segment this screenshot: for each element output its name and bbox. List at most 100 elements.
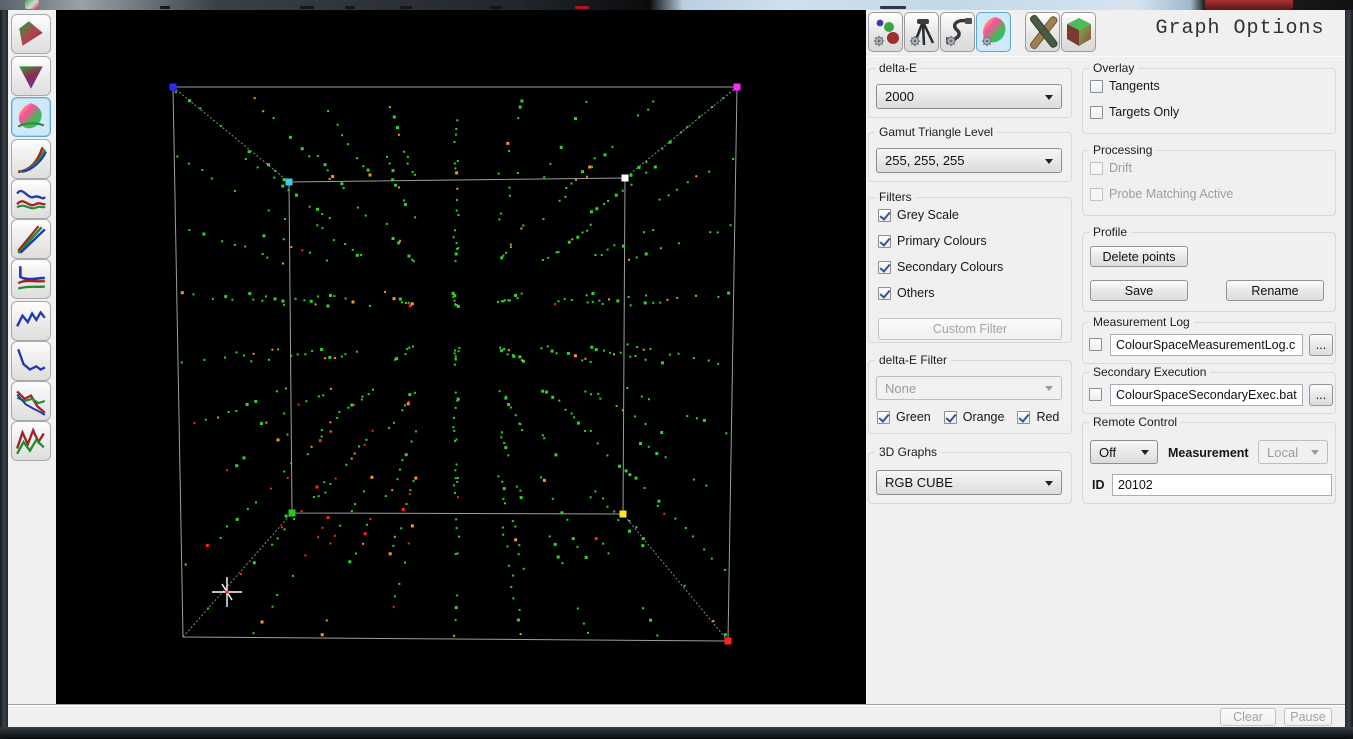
checkbox-box bbox=[1089, 388, 1102, 401]
rename-button[interactable]: Rename bbox=[1226, 280, 1324, 301]
primary-colours-checkbox[interactable]: Primary Colours bbox=[878, 234, 1003, 248]
gamut-view-tool[interactable] bbox=[976, 12, 1011, 52]
group-label: delta-E Filter bbox=[875, 353, 951, 367]
orange-checkbox[interactable]: Orange bbox=[944, 410, 1005, 424]
checkbox-box bbox=[1090, 162, 1103, 175]
checkbox-label: Secondary Colours bbox=[897, 260, 1003, 274]
graph-selector-sidebar bbox=[8, 10, 56, 704]
secondary-execution-checkbox[interactable] bbox=[1089, 388, 1108, 401]
window-frame-right bbox=[1345, 10, 1353, 727]
probe-matching-active-checkbox[interactable]: Probe Matching Active bbox=[1090, 187, 1233, 201]
processing-checkbox-list: Drift Probe Matching Active bbox=[1090, 161, 1233, 201]
cie-1931-graph[interactable] bbox=[11, 14, 51, 54]
checkbox-label: Primary Colours bbox=[897, 234, 987, 248]
checkbox-box bbox=[877, 411, 890, 424]
chevron-down-icon bbox=[1141, 450, 1149, 455]
gamma-curves-graph[interactable] bbox=[11, 139, 51, 179]
toolbar-separator bbox=[866, 56, 1345, 57]
chevron-down-icon bbox=[1311, 450, 1319, 455]
blue-corner bbox=[170, 84, 177, 91]
grey-scale-checkbox[interactable]: Grey Scale bbox=[878, 208, 1003, 222]
window-frame-bottom bbox=[0, 727, 1353, 739]
pause-button[interactable]: Pause bbox=[1284, 708, 1332, 726]
gamut-triangle-combo[interactable]: 255, 255, 255 bbox=[876, 148, 1062, 173]
remote-mode-combo[interactable]: Off bbox=[1090, 440, 1158, 464]
menu-text-fragment bbox=[345, 6, 355, 9]
checkbox-box bbox=[878, 261, 891, 274]
tangents-checkbox[interactable]: Tangents bbox=[1090, 79, 1179, 93]
group-label: Remote Control bbox=[1089, 415, 1181, 429]
menu-text-fragment bbox=[575, 6, 589, 9]
probe-tripod-tool[interactable] bbox=[904, 12, 939, 52]
checkbox-box bbox=[944, 411, 957, 424]
delta-e-history-graph[interactable] bbox=[11, 421, 51, 461]
group-label: Measurement Log bbox=[1089, 315, 1194, 329]
checkbox-box bbox=[878, 209, 891, 222]
measurement-source-combo[interactable]: Local bbox=[1258, 440, 1328, 464]
calibration-tools[interactable] bbox=[1025, 12, 1060, 52]
chevron-down-icon bbox=[1045, 95, 1053, 100]
secondary-execution-browse-button[interactable]: ... bbox=[1309, 384, 1333, 406]
green-checkbox[interactable]: Green bbox=[877, 410, 931, 424]
white-corner bbox=[622, 175, 629, 182]
menu-text-fragment bbox=[490, 6, 502, 9]
combo-value: Local bbox=[1267, 445, 1298, 460]
menu-text-fragment bbox=[880, 6, 906, 9]
rgb-drift-graph[interactable] bbox=[11, 381, 51, 421]
delta-e-trend-graph[interactable] bbox=[11, 301, 51, 341]
delta-e-filter-combo[interactable]: None bbox=[876, 376, 1062, 400]
close-button[interactable] bbox=[1205, 0, 1293, 10]
targets-only-checkbox[interactable]: Targets Only bbox=[1090, 105, 1179, 119]
gamut-3d-graph[interactable] bbox=[11, 97, 51, 137]
luminance-curves-graph[interactable] bbox=[11, 259, 51, 299]
measure-points-tool[interactable] bbox=[868, 12, 903, 52]
others-checkbox[interactable]: Others bbox=[878, 286, 1003, 300]
checkbox-box bbox=[1090, 80, 1103, 93]
custom-filter-button[interactable]: Custom Filter bbox=[878, 318, 1062, 340]
checkbox-label: Green bbox=[896, 410, 931, 424]
chevron-down-icon bbox=[1045, 159, 1053, 164]
connection-tool[interactable] bbox=[940, 12, 975, 52]
menu-text-fragment bbox=[400, 6, 412, 9]
rgb-error-curves-graph[interactable] bbox=[11, 179, 51, 219]
combo-value: None bbox=[885, 381, 916, 396]
measurement-label: Measurement bbox=[1168, 446, 1249, 460]
id-input[interactable]: 20102 bbox=[1112, 474, 1332, 496]
filters-checkbox-list: Grey Scale Primary Colours Secondary Colou… bbox=[878, 208, 1003, 300]
group-label: Overlay bbox=[1089, 61, 1138, 75]
secondary-colours-checkbox[interactable]: Secondary Colours bbox=[878, 260, 1003, 274]
group-label: 3D Graphs bbox=[875, 445, 941, 459]
group-label: Filters bbox=[875, 190, 916, 204]
checkbox-box bbox=[878, 235, 891, 248]
window-titlebar[interactable] bbox=[0, 0, 1353, 10]
checkbox-label: Red bbox=[1036, 410, 1059, 424]
measurement-log-checkbox[interactable] bbox=[1089, 338, 1108, 351]
status-bar bbox=[8, 704, 1345, 727]
clear-button[interactable]: Clear bbox=[1220, 708, 1276, 726]
group-label: Profile bbox=[1089, 225, 1131, 239]
checkbox-label: Targets Only bbox=[1109, 105, 1179, 119]
delta-e-combo[interactable]: 2000 bbox=[876, 84, 1062, 109]
secondary-execution-path-input[interactable]: ColourSpaceSecondaryExec.bat bbox=[1110, 384, 1303, 406]
save-button[interactable]: Save bbox=[1090, 280, 1188, 301]
cube-3d-tool[interactable] bbox=[1061, 12, 1096, 52]
rgb-cube-3d-view[interactable] bbox=[56, 10, 866, 704]
group-label: Secondary Execution bbox=[1089, 365, 1210, 379]
group-label: Processing bbox=[1089, 143, 1156, 157]
id-label: ID bbox=[1092, 478, 1105, 492]
overlay-checkbox-list: Tangents Targets Only bbox=[1090, 79, 1179, 119]
measurement-log-path-input[interactable]: ColourSpaceMeasurementLog.c bbox=[1110, 334, 1303, 356]
app-icon bbox=[25, 0, 39, 9]
measurement-log-browse-button[interactable]: ... bbox=[1309, 334, 1333, 356]
luminance-trend-graph[interactable] bbox=[11, 341, 51, 381]
delete-points-button[interactable]: Delete points bbox=[1090, 246, 1188, 267]
checkbox-label: Probe Matching Active bbox=[1109, 187, 1233, 201]
red-checkbox[interactable]: Red bbox=[1017, 410, 1059, 424]
green-corner bbox=[289, 510, 296, 517]
rgb-cube-plot[interactable] bbox=[56, 10, 866, 704]
combo-value: 255, 255, 255 bbox=[885, 153, 965, 168]
3d-graphs-combo[interactable]: RGB CUBE bbox=[876, 470, 1062, 495]
cie-1976-graph[interactable] bbox=[11, 56, 51, 96]
drift-checkbox[interactable]: Drift bbox=[1090, 161, 1233, 175]
rgb-balance-graph[interactable] bbox=[11, 219, 51, 259]
